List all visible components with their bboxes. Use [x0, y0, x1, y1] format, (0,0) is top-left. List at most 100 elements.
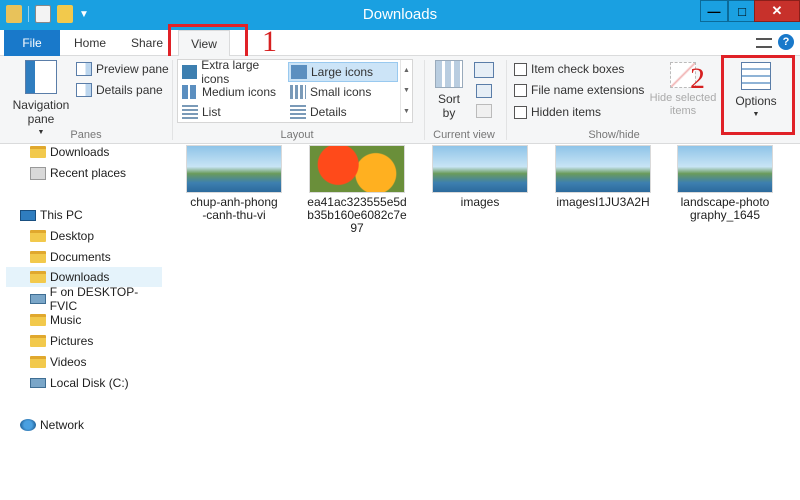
layout-medium-icons[interactable]: Medium icons	[180, 82, 286, 102]
add-columns-icon[interactable]	[476, 84, 492, 98]
nav-item-label: Downloads	[50, 145, 110, 159]
recent-places-icon	[30, 166, 46, 180]
pin-ribbon-icon[interactable]	[756, 38, 772, 48]
layout-small-icons[interactable]: Small icons	[288, 82, 398, 102]
file-name-line: 97	[350, 221, 364, 235]
layout-list[interactable]: List	[180, 102, 286, 122]
file-name-line: -canh-thu-vi	[202, 208, 266, 222]
file-name-extensions-option[interactable]: File name extensions	[514, 80, 644, 100]
nav-item-label: Local Disk (C:)	[50, 376, 129, 390]
scroll-down-icon[interactable]: ▼	[403, 87, 410, 94]
extra-large-icons-icon	[182, 65, 198, 79]
layout-large-icons[interactable]: Large icons	[288, 62, 398, 82]
size-columns-icon	[476, 104, 492, 118]
tab-home[interactable]: Home	[66, 30, 114, 56]
preview-pane-icon	[76, 62, 92, 76]
folder-icon	[30, 230, 46, 242]
hide-selected-items-label: Hide selected items	[649, 92, 717, 117]
nav-item-downloads-quick[interactable]: Downloads	[30, 142, 162, 162]
sort-by-icon	[435, 60, 463, 88]
layout-details[interactable]: Details	[288, 102, 398, 122]
nav-item-label: Recent places	[50, 166, 127, 180]
group-divider	[172, 60, 173, 140]
file-name-line: graphy_1645	[689, 208, 761, 222]
folder-icon	[30, 314, 46, 326]
scroll-up-icon[interactable]: ▲	[403, 67, 410, 74]
details-pane-icon	[76, 83, 92, 97]
close-button[interactable]: ✕	[754, 0, 800, 22]
help-icon[interactable]: ?	[778, 34, 794, 50]
nav-item-downloads[interactable]: Downloads	[6, 267, 162, 287]
expand-gallery-icon[interactable]: ▼	[403, 108, 410, 115]
nav-item-recent-places[interactable]: Recent places	[30, 163, 162, 183]
ribbon-tabs: File Home Share View ?	[0, 30, 800, 56]
small-icons-icon	[290, 85, 306, 99]
folder-icon	[30, 271, 46, 283]
hide-selected-items-button: Hide selected items	[648, 62, 718, 118]
item-check-boxes-option[interactable]: Item check boxes	[514, 59, 624, 79]
medium-icons-icon	[182, 85, 198, 99]
layout-item-label: Details	[310, 105, 347, 119]
group-label-panes: Panes	[70, 129, 102, 141]
nav-item-documents[interactable]: Documents	[30, 247, 162, 267]
file-thumbnail[interactable]	[309, 145, 405, 193]
file-name[interactable]: landscape-photo graphy_1645	[670, 196, 780, 222]
view-tab-highlight	[168, 24, 248, 60]
nav-item-local-disk[interactable]: Local Disk (C:)	[30, 373, 162, 393]
title-bar: ▼ Downloads — □ ✕	[0, 0, 800, 30]
details-pane-label: Details pane	[96, 83, 163, 97]
computer-icon	[20, 209, 36, 221]
file-thumbnail[interactable]	[555, 145, 651, 193]
group-divider	[506, 60, 507, 140]
nav-item-label: Network	[40, 418, 85, 432]
nav-item-label: Desktop	[50, 229, 95, 243]
file-name[interactable]: images	[425, 196, 535, 209]
file-list: chup-anh-phong -canh-thu-vi ea41ac323555…	[166, 145, 800, 500]
preview-pane-button[interactable]: Preview pane	[76, 59, 169, 79]
file-name[interactable]: imagesI1JU3A2H	[548, 196, 658, 209]
maximize-button[interactable]: □	[728, 0, 756, 22]
options-highlight	[721, 55, 795, 135]
details-pane-button[interactable]: Details pane	[76, 80, 163, 100]
sort-by-button[interactable]: Sort by	[432, 60, 466, 120]
layout-item-label: Small icons	[310, 85, 372, 99]
hidden-items-option[interactable]: Hidden items	[514, 102, 601, 122]
callout-number-one: 1	[262, 25, 277, 58]
file-thumbnail[interactable]	[677, 145, 773, 193]
file-name[interactable]: ea41ac323555e5d b35b160e6082c7e 97	[302, 196, 412, 235]
nav-item-videos[interactable]: Videos	[30, 352, 162, 372]
nav-item-label: Pictures	[50, 334, 94, 348]
preview-pane-label: Preview pane	[96, 62, 169, 76]
nav-item-this-pc[interactable]: This PC	[20, 205, 162, 225]
file-thumbnail[interactable]	[432, 145, 528, 193]
nav-item-pictures[interactable]: Pictures	[30, 331, 162, 351]
item-check-boxes-checkbox[interactable]	[514, 62, 527, 76]
layout-gallery: Extra large icons Large icons Medium ico…	[177, 58, 413, 123]
tab-file[interactable]: File	[4, 30, 60, 56]
hidden-items-checkbox[interactable]	[514, 105, 527, 119]
sort-by-label: Sort by	[437, 92, 460, 120]
window-title: Downloads	[362, 6, 438, 23]
nav-item-music[interactable]: Music	[30, 310, 162, 330]
file-name-extensions-label: File name extensions	[531, 83, 645, 97]
tab-share[interactable]: Share	[124, 30, 170, 56]
minimize-button[interactable]: —	[700, 0, 728, 22]
nav-item-network[interactable]: Network	[20, 415, 162, 435]
nav-item-desktop[interactable]: Desktop	[30, 226, 162, 246]
large-icons-icon	[291, 65, 307, 79]
callout-number-two: 2	[690, 62, 705, 95]
layout-extra-large-icons[interactable]: Extra large icons	[180, 58, 286, 86]
group-by-icon[interactable]	[474, 62, 494, 78]
file-name-extensions-checkbox[interactable]	[514, 83, 527, 97]
navigation-pane-icon	[25, 60, 57, 94]
group-label-current-view: Current view	[433, 129, 495, 141]
navigation-pane-button[interactable]: Navigation pane ▼	[8, 60, 74, 140]
network-drive-icon	[30, 294, 46, 304]
file-name[interactable]: chup-anh-phong -canh-thu-vi	[179, 196, 289, 222]
layout-gallery-scroll[interactable]: ▲ ▼ ▼	[400, 60, 412, 122]
nav-item-network-drive[interactable]: F on DESKTOP-FVIC	[30, 285, 164, 313]
layout-item-label: List	[202, 105, 221, 119]
ribbon: Navigation pane ▼ Preview pane Details p…	[0, 56, 800, 144]
file-thumbnail[interactable]	[186, 145, 282, 193]
disk-icon	[30, 378, 46, 388]
